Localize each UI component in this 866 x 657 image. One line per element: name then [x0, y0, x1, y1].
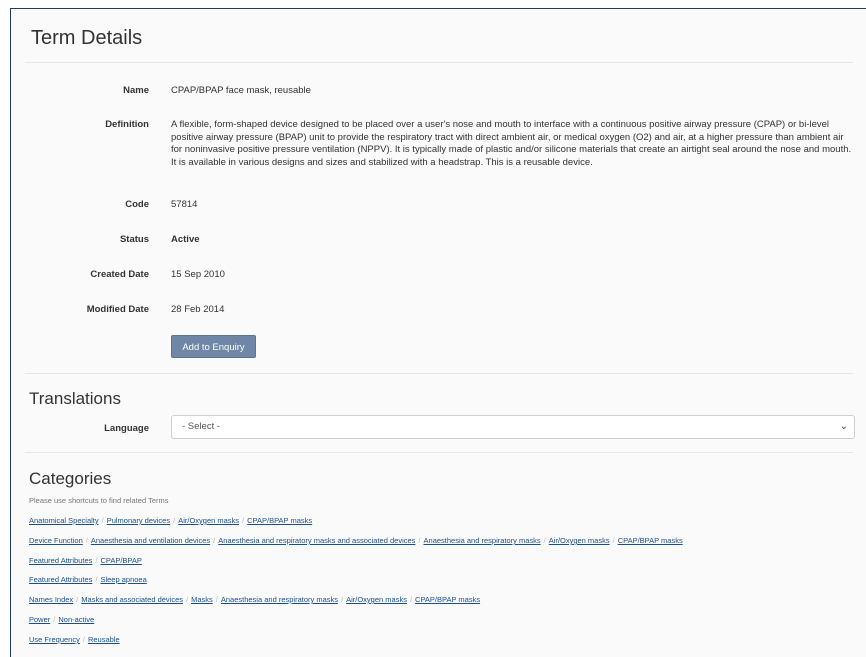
- category-link[interactable]: CPAP/BPAP masks: [618, 536, 683, 545]
- category-link[interactable]: CPAP/BPAP: [100, 556, 141, 565]
- category-link[interactable]: Device Function: [29, 536, 83, 545]
- breadcrumb-separator: /: [186, 595, 189, 604]
- category-link[interactable]: Air/Oxygen masks: [549, 536, 610, 545]
- breadcrumb-separator: /: [95, 556, 98, 565]
- breadcrumb-separator: /: [173, 516, 176, 525]
- categories-title: Categories: [29, 469, 112, 488]
- name-value: CPAP/BPAP face mask, reusable: [171, 85, 311, 96]
- breadcrumb-separator: /: [409, 595, 413, 604]
- breadcrumb-separator: /: [95, 575, 98, 584]
- category-link[interactable]: Pulmonary devices: [107, 516, 170, 525]
- breadcrumb-separator: /: [213, 536, 216, 545]
- modified-date-label: Modified Date: [86, 304, 149, 315]
- add-to-enquiry-button[interactable]: Add to Enquiry: [171, 335, 256, 358]
- breadcrumb-separator: /: [53, 615, 56, 624]
- language-select-value: - Select -: [182, 421, 221, 432]
- breadcrumb-separator: /: [543, 536, 546, 545]
- status-value: Active: [171, 234, 200, 245]
- category-path: Device Function / Anaesthesia and ventilat…: [29, 536, 683, 545]
- breadcrumb-separator: /: [341, 595, 344, 604]
- definition-value: A flexible, form-shaped device designed …: [171, 119, 852, 168]
- category-link[interactable]: Air/Oxygen masks: [346, 595, 407, 604]
- breadcrumb-separator: /: [242, 516, 245, 525]
- created-date-label: Created Date: [90, 269, 149, 280]
- category-link[interactable]: Air/Oxygen masks: [178, 516, 239, 525]
- category-path: Power / Non-active: [29, 615, 94, 624]
- category-path: Featured Attributes / CPAP/BPAP: [29, 556, 142, 565]
- term-details-panel: Term Details Name CPAP/BPAP face mask, r…: [10, 8, 866, 657]
- category-link[interactable]: CPAP/BPAP masks: [247, 516, 312, 525]
- category-link[interactable]: Non-active: [58, 615, 94, 624]
- breadcrumb-separator: /: [418, 536, 421, 545]
- category-path: Names Index / Masks and associated devices…: [29, 595, 480, 604]
- definition-label: Definition: [105, 119, 149, 130]
- chevron-down-icon: ⌄: [839, 421, 848, 432]
- category-link[interactable]: Featured Attributes: [29, 575, 92, 584]
- category-path: Use Frequency / Reusable: [29, 635, 120, 644]
- breadcrumb-separator: /: [82, 635, 85, 644]
- breadcrumb-separator: /: [101, 516, 104, 525]
- category-link[interactable]: Featured Attributes: [29, 556, 92, 565]
- created-date-value: 15 Sep 2010: [171, 269, 225, 280]
- category-link[interactable]: Sleep apnoea: [100, 575, 146, 584]
- category-link[interactable]: Names Index: [29, 595, 73, 604]
- status-label: Status: [119, 234, 149, 245]
- category-link[interactable]: Power: [29, 615, 50, 624]
- language-label: Language: [104, 423, 149, 434]
- category-link[interactable]: Anaesthesia and ventilation devices: [91, 536, 210, 545]
- divider: [25, 373, 853, 374]
- categories-hint: Please use shortcuts to find related Ter…: [29, 496, 169, 505]
- category-link[interactable]: Anatomical Specialty: [29, 516, 99, 525]
- modified-date-value: 28 Feb 2014: [171, 304, 225, 315]
- category-path: Featured Attributes / Sleep apnoea: [29, 575, 147, 584]
- name-label: Name: [123, 85, 149, 96]
- breadcrumb-separator: /: [215, 595, 218, 604]
- translations-title: Translations: [29, 389, 121, 408]
- category-link[interactable]: Anaesthesia and respiratory masks: [221, 595, 338, 604]
- divider: [25, 62, 853, 63]
- category-link[interactable]: Anaesthesia and respiratory masks and as…: [218, 536, 415, 545]
- code-label: Code: [125, 199, 149, 210]
- code-value: 57814: [171, 199, 198, 210]
- category-link[interactable]: Anaesthesia and respiratory masks: [424, 536, 541, 545]
- category-link[interactable]: CPAP/BPAP masks: [415, 595, 480, 604]
- breadcrumb-separator: /: [76, 595, 79, 604]
- breadcrumb-separator: /: [612, 536, 615, 545]
- category-link[interactable]: Masks: [191, 595, 213, 604]
- breadcrumb-separator: /: [85, 536, 88, 545]
- category-link[interactable]: Masks and associated devices: [81, 595, 183, 604]
- category-path: Anatomical Specialty / Pulmonary devices / A…: [29, 516, 312, 525]
- category-link[interactable]: Use Frequency: [29, 635, 80, 644]
- language-select[interactable]: - Select - ⌄: [171, 415, 855, 439]
- term-details-title: Term Details: [31, 27, 143, 49]
- category-link[interactable]: Reusable: [88, 635, 120, 644]
- divider: [25, 452, 853, 453]
